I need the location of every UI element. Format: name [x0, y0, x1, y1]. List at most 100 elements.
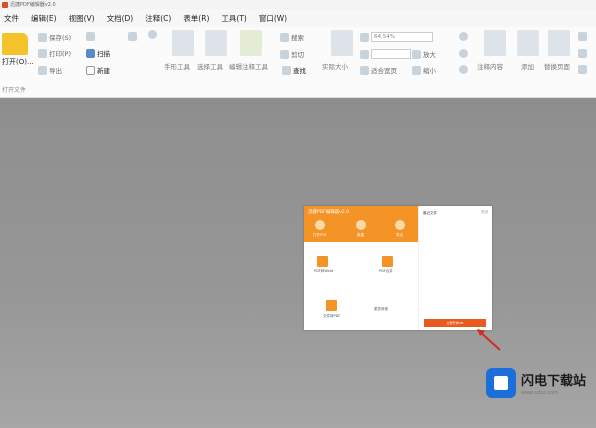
replace-label: 替换页面	[544, 63, 570, 71]
edit-annotation-icon[interactable]	[240, 30, 262, 56]
zoom-in-icon	[412, 49, 421, 59]
embedded-tile-icon	[317, 256, 328, 267]
menu-bar: 文件 编辑(E) 视图(V) 文档(D) 注释(C) 表单(R) 工具(T) 窗…	[0, 9, 596, 27]
cut-label: 剪切	[291, 51, 304, 59]
page-input[interactable]	[371, 49, 411, 59]
delete-page-icon[interactable]	[578, 49, 587, 58]
menu-tools[interactable]: 工具(T)	[221, 13, 246, 24]
actual-size-icon[interactable]	[331, 30, 353, 56]
scan-button[interactable]: 扫描	[86, 48, 110, 58]
ribbon-group-label: 打开文件	[2, 87, 27, 94]
save-as-label: 保存(S)	[49, 34, 72, 42]
extract-page-icon[interactable]	[578, 32, 587, 41]
menu-form[interactable]: 表单(R)	[183, 13, 209, 24]
embedded-tile-label: 文件转PDF	[323, 314, 341, 318]
find-button[interactable]: 查找	[282, 65, 306, 75]
find-icon	[282, 65, 291, 75]
enlarge-label: 放大	[423, 51, 436, 59]
embedded-open-label: 打开PDF	[313, 233, 327, 237]
zoom-out-icon	[412, 65, 421, 75]
embedded-sidebar: 最近文件 关闭	[418, 206, 492, 330]
shrink-label: 缩小	[423, 67, 436, 75]
redo-button[interactable]	[128, 32, 137, 41]
rotate-icon[interactable]	[459, 65, 468, 74]
watermark: 闪电下载站 www.sdxz.com	[486, 368, 586, 398]
watermark-logo-icon	[486, 368, 516, 398]
add-label: 添加	[521, 63, 534, 71]
add-circle-icon[interactable]	[459, 49, 468, 58]
annotation-label: 注释内容	[477, 63, 503, 71]
embedded-app-screenshot: 迅捷PDF编辑器v2.0 打开PDF 新建 导出 PDF转Word PDF合并 …	[304, 206, 492, 330]
print-button[interactable]: 打印(P)	[38, 48, 71, 58]
embedded-header: 迅捷PDF编辑器v2.0 打开PDF 新建 导出	[304, 206, 418, 242]
crop-page-icon[interactable]	[578, 65, 587, 74]
fit-page-label: 适合宽页	[371, 67, 397, 75]
menu-window[interactable]: 窗口(W)	[259, 13, 287, 24]
title-bar: 迅捷PDF编辑器v2.0	[0, 0, 596, 9]
find-label: 查找	[293, 67, 306, 75]
embedded-cta-label: 立即开通VIP	[446, 321, 464, 325]
embedded-sidebar-title: 最近文件	[423, 211, 437, 215]
export-icon	[38, 65, 47, 75]
zoom-control[interactable]: 64.54%	[360, 32, 433, 42]
embedded-export-label: 导出	[396, 233, 403, 237]
embedded-title: 迅捷PDF编辑器v2.0	[308, 210, 350, 215]
embedded-new-label: 新建	[357, 233, 364, 237]
menu-file[interactable]: 文件	[4, 13, 19, 24]
enlarge-button[interactable]: 放大	[412, 49, 436, 59]
embedded-tile-icon	[382, 256, 393, 267]
embedded-new-icon	[356, 220, 366, 230]
scanner-icon	[86, 48, 95, 58]
export-button[interactable]: 导出	[38, 65, 62, 75]
select-tool-icon[interactable]	[205, 30, 227, 56]
page-icon	[360, 49, 369, 59]
fit-page-button[interactable]: 适合宽页	[360, 65, 397, 75]
embedded-tile-label: PDF合并	[379, 269, 393, 273]
cut-button[interactable]: 剪切	[280, 49, 304, 59]
zoom-icon	[360, 32, 369, 42]
add-page-icon[interactable]	[517, 30, 539, 56]
new-document-icon	[86, 65, 95, 75]
search-icon[interactable]	[459, 32, 468, 41]
save-icon	[38, 32, 47, 42]
actual-size-label: 实际大小	[322, 63, 348, 71]
app-logo-icon	[2, 1, 8, 8]
undo-icon	[86, 32, 95, 41]
shrink-button[interactable]: 缩小	[412, 65, 436, 75]
menu-view[interactable]: 视图(V)	[69, 13, 95, 24]
embedded-open-icon	[315, 220, 325, 230]
undo-button[interactable]	[86, 32, 95, 41]
save-as-button[interactable]: 保存(S)	[38, 32, 71, 42]
embedded-sidebar-close: 关闭	[481, 210, 488, 214]
hand-tool-label: 手形工具	[164, 63, 190, 71]
search-button[interactable]: 搜索	[280, 32, 304, 42]
export-label: 导出	[49, 67, 62, 75]
print-label: 打印(P)	[49, 50, 71, 58]
play-button[interactable]	[148, 30, 157, 39]
zoom-input[interactable]: 64.54%	[371, 32, 433, 42]
hand-tool-icon[interactable]	[172, 30, 194, 56]
replace-page-icon[interactable]	[548, 30, 570, 56]
embedded-export-icon	[395, 220, 405, 230]
menu-document[interactable]: 文档(D)	[107, 13, 134, 24]
redo-icon	[128, 32, 137, 41]
new-button[interactable]: 新建	[86, 65, 110, 75]
search-label: 搜索	[291, 34, 304, 42]
menu-edit[interactable]: 编辑(E)	[31, 13, 57, 24]
scissors-icon	[280, 49, 289, 59]
new-label: 新建	[97, 67, 110, 75]
search-icon	[280, 32, 289, 42]
watermark-url: www.sdxz.com	[521, 390, 559, 396]
menu-comment[interactable]: 注释(C)	[145, 13, 171, 24]
watermark-brand: 闪电下载站	[521, 374, 587, 389]
scan-label: 扫描	[97, 50, 110, 58]
open-button[interactable]: 打开(O)...	[2, 33, 34, 67]
print-icon	[38, 48, 47, 58]
page-nav-control[interactable]	[360, 49, 411, 59]
annotation-content-icon[interactable]	[484, 30, 506, 56]
red-arrow-icon	[477, 329, 501, 351]
embedded-tile-icon	[326, 300, 337, 311]
ribbon-toolbar: 打开(O)... 保存(S) 打印(P) 导出 扫描 新建 手形工具 选择工具 …	[0, 27, 596, 98]
folder-icon	[2, 33, 28, 55]
embedded-tile-label: PDF转Word	[314, 269, 334, 273]
